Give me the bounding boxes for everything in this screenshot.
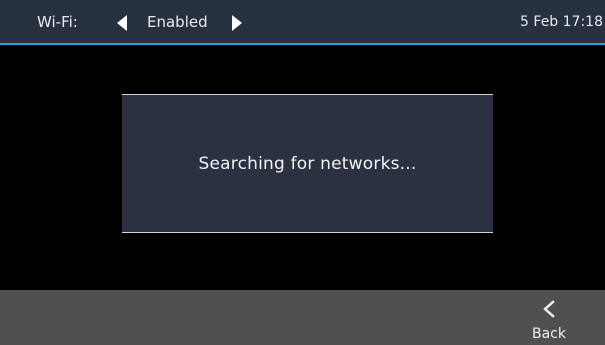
wifi-label: Wi-Fi: — [37, 13, 78, 31]
back-label: Back — [532, 326, 566, 342]
triangle-left-icon[interactable] — [117, 15, 127, 31]
softkey-bar: Back — [0, 290, 605, 345]
back-button[interactable]: Back — [524, 290, 574, 345]
chevron-left-icon — [543, 300, 555, 318]
date-time: 5 Feb 17:18 — [520, 14, 603, 30]
status-bar: Wi-Fi: Enabled 5 Feb 17:18 — [0, 0, 605, 45]
wifi-status-value[interactable]: Enabled — [147, 0, 208, 45]
phone-screen: Wi-Fi: Enabled 5 Feb 17:18 Searching for… — [0, 0, 605, 345]
searching-dialog: Searching for networks... — [122, 94, 493, 233]
triangle-right-icon[interactable] — [232, 15, 242, 31]
dialog-message: Searching for networks... — [198, 153, 417, 174]
